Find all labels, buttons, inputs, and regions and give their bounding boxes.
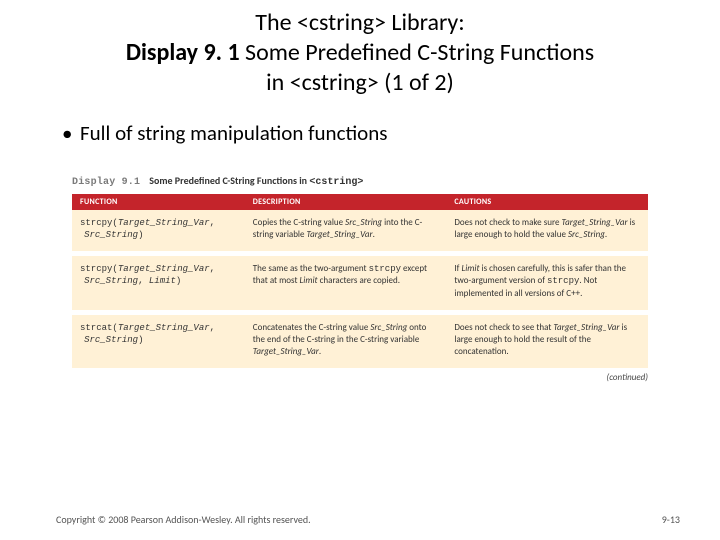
desc-text: . (373, 229, 375, 240)
func-close: ) (138, 230, 143, 240)
bullet-dot: • (62, 120, 80, 146)
cell-cautions: Does not check to see that Target_String… (446, 312, 648, 368)
desc-ital: Limit (300, 275, 318, 286)
cell-function: strcpy(Target_String_Var, Src_String) (72, 210, 245, 254)
caption-mono: <cstring> (309, 177, 363, 188)
continued-label: (continued) (0, 372, 648, 383)
caut-ital: Limit (461, 263, 479, 274)
func-name: strcat( (80, 323, 118, 333)
func-arg: Target_String_Var (118, 264, 210, 274)
desc-text: Concatenates the C-string value (253, 322, 371, 333)
func-name: strcpy( (80, 264, 118, 274)
func-arg: Target_String_Var (118, 323, 210, 333)
cell-description: Concatenates the C-string value Src_Stri… (245, 312, 447, 368)
caut-ital: Target_String_Var (561, 217, 627, 228)
desc-ital: Target_String_Var (307, 229, 373, 240)
func-sep: , (138, 276, 149, 286)
func-arg: Target_String_Var (118, 218, 210, 228)
cell-cautions: Does not check to make sure Target_Strin… (446, 210, 648, 254)
table-row: strcpy(Target_String_Var, Src_String) Co… (72, 210, 648, 254)
title-line-2: Display 9. 1 Some Predefined C-String Fu… (20, 38, 700, 68)
bullet-list: •Full of string manipulation functions (0, 102, 720, 146)
bullet-text: Full of string manipulation functions (80, 120, 387, 146)
header-description: DESCRIPTION (245, 194, 447, 210)
caut-ital: Target_String_Var (553, 322, 619, 333)
caut-mono: strcpy (547, 276, 579, 286)
cell-function: strcpy(Target_String_Var, Src_String, Li… (72, 254, 245, 312)
cell-description: Copies the C-string value Src_String int… (245, 210, 447, 254)
desc-text: Copies the C-string value (253, 217, 345, 228)
cell-description: The same as the two-argument strcpy exce… (245, 254, 447, 312)
desc-ital: Src_String (370, 322, 407, 333)
table-row: strcpy(Target_String_Var, Src_String, Li… (72, 254, 648, 312)
func-arg: Src_String (84, 276, 138, 286)
table-row: strcat(Target_String_Var, Src_String) Co… (72, 312, 648, 368)
title-line-3: in <cstring> (1 of 2) (20, 68, 700, 98)
slide-title: The <cstring> Library: Display 9. 1 Some… (0, 0, 720, 102)
title-line-1: The <cstring> Library: (20, 8, 700, 38)
title-line-2-rest: Some Predefined C-String Functions (240, 38, 595, 67)
func-close: ) (176, 276, 181, 286)
header-function: FUNCTION (72, 194, 245, 210)
desc-text: The same as the two-argument (253, 263, 369, 274)
title-display-number: Display 9. 1 (126, 38, 240, 67)
footer: Copyright © 2008 Pearson Addison-Wesley.… (56, 513, 680, 526)
caut-text: is chosen carefully, this is safer than … (454, 263, 626, 286)
func-sep: , (210, 323, 215, 333)
desc-ital: Src_String (345, 217, 382, 228)
caut-text: Does not check to make sure (454, 217, 561, 228)
func-sep: , (210, 264, 215, 274)
caption-number: Display 9.1 (72, 177, 140, 188)
func-arg: Limit (149, 276, 176, 286)
copyright-text: Copyright © 2008 Pearson Addison-Wesley.… (56, 513, 311, 526)
func-sep: , (210, 218, 215, 228)
figure-caption: Display 9.1 Some Predefined C-String Fun… (72, 174, 648, 188)
caption-title: Some Predefined C-String Functions in (149, 174, 309, 187)
func-arg: Src_String (84, 335, 138, 345)
desc-text: . (319, 346, 321, 357)
caut-ital: Src_String (568, 229, 605, 240)
desc-mono: strcpy (369, 264, 401, 274)
desc-ital: Target_String_Var (253, 346, 319, 357)
cell-cautions: If Limit is chosen carefully, this is sa… (446, 254, 648, 312)
func-close: ) (138, 335, 143, 345)
table-header-row: FUNCTION DESCRIPTION CAUTIONS (72, 194, 648, 210)
func-arg: Src_String (84, 230, 138, 240)
page-number: 9-13 (662, 513, 680, 526)
figure-block: Display 9.1 Some Predefined C-String Fun… (72, 174, 648, 368)
header-cautions: CAUTIONS (446, 194, 648, 210)
caut-text: . (605, 229, 607, 240)
desc-text: characters are copied. (318, 275, 400, 286)
cell-function: strcat(Target_String_Var, Src_String) (72, 312, 245, 368)
functions-table: FUNCTION DESCRIPTION CAUTIONS strcpy(Tar… (72, 194, 648, 368)
caut-text: Does not check to see that (454, 322, 553, 333)
func-name: strcpy( (80, 218, 118, 228)
